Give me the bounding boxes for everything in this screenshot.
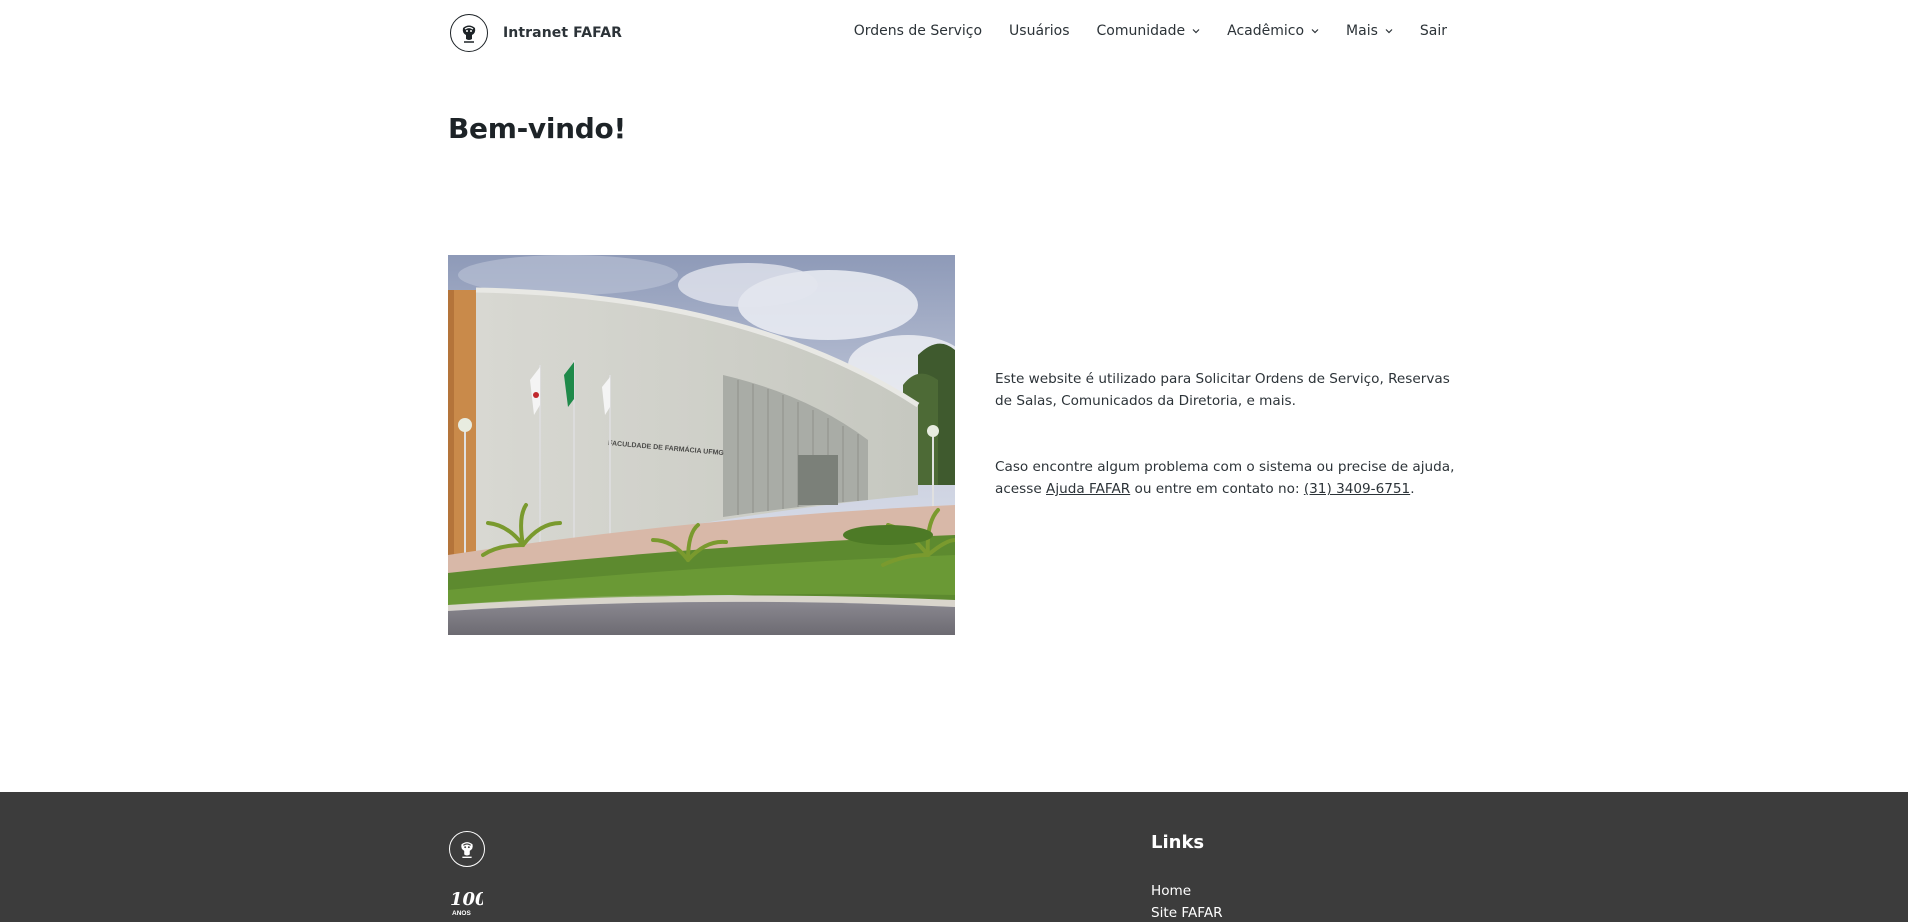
help-paragraph: Caso encontre algum problema com o siste…	[995, 456, 1455, 500]
help-text-suffix: .	[1410, 481, 1415, 497]
nav-item-label: Acadêmico	[1227, 23, 1305, 39]
nav-item-label: Mais	[1346, 23, 1378, 39]
page-title: Bem-vindo!	[448, 112, 626, 145]
footer-links-list: Home Site FAFAR	[1151, 880, 1223, 924]
anniversary-logo: 100 ANOS	[450, 889, 483, 917]
anniversary-label: ANOS	[452, 910, 471, 917]
nav-item-label: Ordens de Serviço	[853, 23, 983, 39]
building-photo: FACULDADE DE FARMÁCIA UFMG	[448, 255, 955, 635]
chevron-down-icon	[1385, 29, 1393, 34]
brand-home-link[interactable]: Intranet FAFAR	[450, 14, 622, 52]
nav-item-comunidade[interactable]: Comunidade	[1097, 23, 1201, 39]
fafar-logo-icon	[449, 831, 485, 867]
site-footer: 100 ANOS Links Home Site FAFAR	[0, 792, 1908, 922]
nav-item-sair[interactable]: Sair	[1420, 23, 1447, 39]
nav-item-academico[interactable]: Acadêmico	[1227, 23, 1319, 39]
intro-paragraph: Este website é utilizado para Solicitar …	[995, 371, 1450, 409]
nav-item-mais[interactable]: Mais	[1346, 23, 1393, 39]
footer-link-site-fafar[interactable]: Site FAFAR	[1151, 902, 1223, 924]
nav-item-label: Sair	[1419, 23, 1447, 39]
nav-item-label: Usuários	[1009, 23, 1070, 39]
site-header: Intranet FAFAR Ordens de Serviço Usuário…	[0, 0, 1908, 66]
main-navigation: Ordens de Serviço Usuários Comunidade Ac…	[854, 23, 1447, 39]
fafar-logo-icon	[450, 14, 488, 52]
footer-link-home[interactable]: Home	[1151, 880, 1223, 902]
nav-item-ordens-de-servico[interactable]: Ordens de Serviço	[854, 23, 982, 39]
footer-links-title: Links	[1151, 832, 1205, 853]
nav-item-label: Comunidade	[1096, 23, 1186, 39]
chevron-down-icon	[1311, 29, 1319, 34]
help-text-middle: ou entre em contato no:	[1130, 481, 1304, 497]
help-link[interactable]: Ajuda FAFAR	[1046, 481, 1130, 497]
intro-text: Este website é utilizado para Solicitar …	[995, 368, 1455, 500]
anniversary-number: 100	[450, 889, 483, 910]
phone-link[interactable]: (31) 3409-6751	[1304, 481, 1410, 497]
brand-name: Intranet FAFAR	[503, 25, 623, 41]
nav-item-usuarios[interactable]: Usuários	[1009, 23, 1070, 39]
chevron-down-icon	[1192, 29, 1200, 34]
